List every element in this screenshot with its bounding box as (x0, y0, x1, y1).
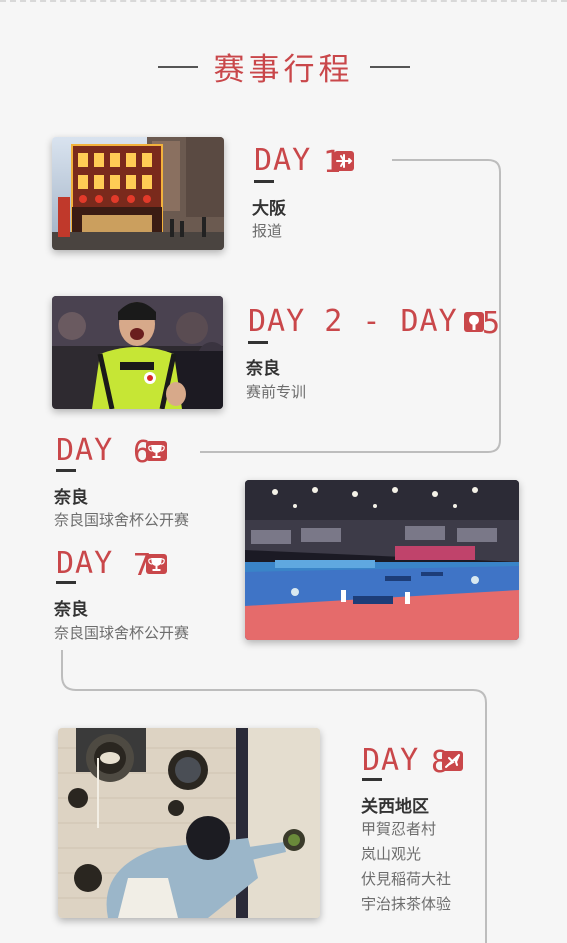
day-1-place: 大阪 (252, 199, 286, 219)
day-6-place: 奈良 (54, 488, 88, 508)
day-label: DAY (362, 743, 420, 778)
day-7-desc-line: 奈良国球舍杯公开赛 (54, 624, 190, 642)
day-2-5-heading: DAY 2 - DAY 5 (248, 304, 508, 339)
day-1-heading: DAY 1 (254, 146, 357, 176)
day-2-5-place: 奈良 (246, 359, 280, 379)
day-label: DAY (56, 433, 114, 468)
day-8-underline (362, 778, 382, 781)
day-7-heading: DAY 7 (56, 549, 169, 579)
table-tennis-player-photo (52, 296, 223, 409)
day-8-place: 关西地区 (361, 797, 429, 817)
day-8-desc-line-3: 伏見稲荷大社 (361, 870, 452, 888)
day-label: DAY (56, 546, 114, 581)
day-8-desc-line-2: 岚山观光 (361, 845, 422, 863)
day-8-desc-line-4: 宇治抹茶体验 (361, 895, 452, 913)
ping-pong-paddle-icon: 5 (463, 307, 508, 337)
day-number: 5 (482, 307, 500, 337)
airplane-icon: 1 (323, 146, 357, 176)
day-label: DAY 2 - DAY (248, 304, 458, 339)
day-8-desc-line-1: 甲賀忍者村 (361, 820, 437, 838)
trophy-icon: 7 (133, 549, 169, 579)
day-7-place: 奈良 (54, 600, 88, 620)
day-6-heading: DAY 6 (56, 436, 169, 466)
day-1-desc-line: 报道 (252, 222, 283, 240)
day-7-underline (56, 581, 76, 584)
trophy-icon: 6 (133, 436, 169, 466)
day-1-underline (254, 180, 274, 183)
osaka-street-photo (52, 137, 224, 250)
tea-ceremony-photo (58, 728, 320, 918)
day-2-5-desc-line: 赛前专训 (246, 383, 307, 401)
tournament-arena-photo (245, 480, 519, 640)
day-6-desc-line: 奈良国球舍杯公开赛 (54, 511, 190, 529)
day-label: DAY (254, 143, 312, 178)
airplane-icon: 8 (431, 746, 465, 776)
day-8-heading: DAY 8 (362, 746, 465, 776)
day-2-5-underline (248, 341, 268, 344)
day-6-underline (56, 469, 76, 472)
